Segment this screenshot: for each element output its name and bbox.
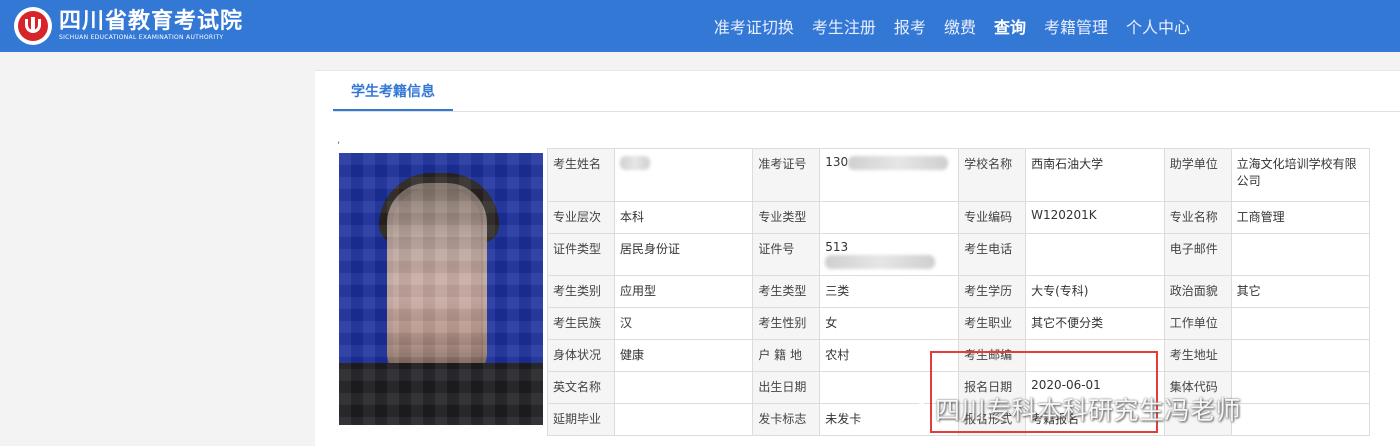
field-label: 考生类别 bbox=[547, 274, 615, 308]
field-value: 其它 bbox=[1230, 274, 1371, 308]
watermark: 四川专科本科研究生冯老师 bbox=[893, 391, 1241, 427]
field-value-text: 130 bbox=[825, 155, 849, 169]
field-value bbox=[819, 201, 960, 234]
field-value-text: 本科 bbox=[619, 210, 644, 224]
redacted-blur bbox=[825, 254, 936, 269]
top-navbar: 四川省教育考试院 SICHUAN EDUCATIONAL EXAMINATION… bbox=[0, 0, 1400, 52]
field-value-text: W120201K bbox=[1031, 208, 1097, 222]
field-label: 考生姓名 bbox=[547, 148, 615, 202]
field-value: 应用型 bbox=[613, 274, 754, 308]
field-label: 考生性别 bbox=[752, 306, 821, 340]
field-value-text: 西南石油大学 bbox=[1031, 157, 1104, 171]
field-value: 西南石油大学 bbox=[1025, 148, 1165, 202]
field-label: 工作单位 bbox=[1163, 306, 1232, 340]
field-value-text: 未发卡 bbox=[825, 411, 862, 426]
redacted-blur bbox=[619, 155, 650, 170]
field-value: 健康 bbox=[613, 338, 754, 372]
field-label: 助学单位 bbox=[1163, 148, 1232, 202]
field-label: 考生学历 bbox=[958, 274, 1027, 308]
field-label: 考生民族 bbox=[547, 306, 615, 340]
logo-emblem-icon bbox=[14, 7, 52, 45]
table-row: 专业层次 本科 专业类型 专业编码 W120201K 专业名称 工商管理 bbox=[547, 201, 1371, 234]
logo-title: 四川省教育考试院 bbox=[59, 9, 244, 34]
redacted-blur bbox=[848, 155, 949, 170]
field-label: 证件号 bbox=[752, 233, 821, 276]
field-value: 工商管理 bbox=[1230, 201, 1371, 234]
nav-personal-center[interactable]: 个人中心 bbox=[1126, 14, 1190, 38]
field-value: 本科 bbox=[613, 201, 754, 234]
field-value: 513 bbox=[819, 233, 960, 276]
field-label: 政治面貌 bbox=[1163, 274, 1232, 308]
field-value-text: 工商管理 bbox=[1236, 210, 1285, 224]
field-value-text: 农村 bbox=[825, 347, 850, 362]
field-value bbox=[1230, 233, 1371, 276]
field-value: 大专(专科) bbox=[1025, 274, 1165, 308]
nav-apply[interactable]: 报考 bbox=[894, 14, 926, 38]
field-label: 身体状况 bbox=[547, 338, 615, 372]
field-value: 三类 bbox=[819, 274, 960, 308]
field-label: 英文名称 bbox=[547, 370, 615, 404]
field-label: 电子邮件 bbox=[1163, 233, 1232, 276]
tab-bar: 学生考籍信息 bbox=[333, 77, 1400, 112]
nav-records[interactable]: 考籍管理 bbox=[1044, 14, 1108, 38]
table-row: 考生民族汉 考生性别女 考生职业 其它不便分类 工作单位 bbox=[547, 306, 1371, 340]
field-value-text: 立海文化培训学校有限公司 bbox=[1236, 157, 1357, 188]
logo[interactable]: 四川省教育考试院 SICHUAN EDUCATIONAL EXAMINATION… bbox=[14, 7, 243, 45]
field-value-text: 大专(专科) bbox=[1031, 283, 1089, 298]
nav-register[interactable]: 考生注册 bbox=[812, 14, 876, 38]
table-row: 考生姓名 准考证号 130 学校名称 西南石油大学 助学单位 立海文化培训学校有限公司 bbox=[547, 148, 1371, 202]
field-label: 证件类型 bbox=[547, 233, 615, 276]
field-value-text: 汉 bbox=[619, 315, 632, 330]
field-value-text: 应用型 bbox=[619, 283, 656, 298]
field-value-text: 其它 bbox=[1236, 283, 1261, 298]
field-label: 考生职业 bbox=[958, 306, 1027, 340]
field-label: 出生日期 bbox=[752, 370, 821, 404]
field-value bbox=[613, 402, 754, 436]
student-photo bbox=[339, 153, 543, 425]
field-label: 学校名称 bbox=[958, 148, 1027, 202]
nav-admission-switch[interactable]: 准考证切换 bbox=[714, 14, 794, 38]
field-value-text: 健康 bbox=[619, 347, 644, 362]
field-value bbox=[1230, 370, 1371, 404]
table-row: 证件类型 居民身份证 证件号 513 考生电话 电子邮件 bbox=[547, 233, 1371, 276]
field-label: 准考证号 bbox=[752, 148, 821, 202]
field-value bbox=[1230, 402, 1371, 436]
field-value bbox=[613, 370, 754, 404]
field-value: 女 bbox=[819, 306, 960, 340]
field-value-text: 居民身份证 bbox=[619, 242, 680, 256]
weibo-icon bbox=[894, 400, 927, 426]
field-label: 考生地址 bbox=[1163, 338, 1232, 372]
field-value bbox=[1025, 233, 1165, 276]
field-label: 发卡标志 bbox=[752, 402, 821, 436]
main-nav: 准考证切换 考生注册 报考 缴费 查询 考籍管理 个人中心 bbox=[696, 0, 1190, 52]
field-value: 其它不便分类 bbox=[1025, 306, 1165, 340]
field-label: 专业类型 bbox=[752, 201, 821, 234]
field-label: 考生类型 bbox=[752, 274, 821, 308]
field-value bbox=[1230, 306, 1371, 340]
nav-payment[interactable]: 缴费 bbox=[944, 14, 976, 38]
field-value-text: 513 bbox=[825, 240, 849, 254]
field-label: 专业名称 bbox=[1163, 201, 1232, 234]
field-value-text: 女 bbox=[825, 315, 838, 330]
field-value: 居民身份证 bbox=[613, 233, 754, 276]
field-value: 立海文化培训学校有限公司 bbox=[1230, 148, 1371, 202]
field-value: 汉 bbox=[613, 306, 754, 340]
tab-student-records[interactable]: 学生考籍信息 bbox=[333, 77, 453, 111]
nav-query[interactable]: 查询 bbox=[994, 14, 1026, 38]
field-value bbox=[613, 148, 754, 202]
logo-subtitle: SICHUAN EDUCATIONAL EXAMINATION AUTHORIT… bbox=[59, 34, 224, 41]
field-label: 延期毕业 bbox=[547, 402, 615, 436]
watermark-text: 四川专科本科研究生冯老师 bbox=[935, 396, 1242, 425]
field-value bbox=[1230, 338, 1371, 372]
field-value: 130 bbox=[819, 148, 960, 202]
field-label: 专业层次 bbox=[547, 201, 615, 234]
field-value-text: 三类 bbox=[825, 283, 850, 298]
field-label: 专业编码 bbox=[958, 201, 1027, 234]
field-label: 户 籍 地 bbox=[752, 338, 821, 372]
table-row: 考生类别 应用型 考生类型 三类 考生学历 大专(专科) 政治面貌 其它 bbox=[547, 274, 1371, 308]
stray-mark: , bbox=[337, 135, 341, 146]
field-value: W120201K bbox=[1025, 201, 1165, 234]
field-value-text: 其它不便分类 bbox=[1031, 315, 1104, 330]
field-label: 考生电话 bbox=[958, 233, 1027, 276]
